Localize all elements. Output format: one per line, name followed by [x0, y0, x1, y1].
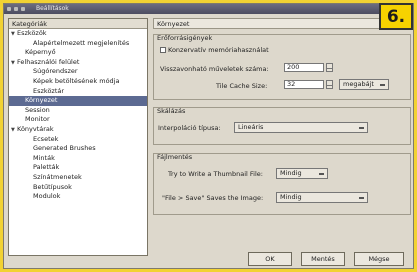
tile-cache-label: Tile Cache Size:	[216, 82, 268, 90]
tree-item[interactable]: Színátmenetek	[9, 173, 147, 183]
window-close-icon[interactable]	[21, 7, 25, 11]
tree-item[interactable]: Súgórendszer	[9, 67, 147, 77]
window-shade-icon[interactable]	[14, 7, 18, 11]
tree-item-label: Súgórendszer	[33, 67, 78, 76]
thumbnail-label: Try to Write a Thumbnail File:	[168, 170, 263, 178]
tree-item[interactable]: Képek betöltésének módja	[9, 77, 147, 87]
tree-item[interactable]: Ecsetek	[9, 135, 147, 145]
file-saving-group: Fájlmentés Try to Write a Thumbnail File…	[153, 153, 411, 215]
tree-item[interactable]: Session	[9, 106, 147, 116]
scaling-group-title: Skálázás	[157, 107, 186, 115]
conserve-memory-row[interactable]: Konzervatív memóriahasználat	[160, 46, 269, 54]
tree-item-label: Képek betöltésének módja	[33, 76, 120, 85]
tree-item-label: Alapértelmezett megjelenítés	[33, 38, 130, 47]
tree-item-label: Monitor	[25, 115, 50, 124]
resource-group-title: Erőforrásigények	[157, 34, 213, 42]
cancel-button[interactable]: Mégse	[354, 252, 404, 266]
thumbnail-select[interactable]: Mindig	[276, 168, 328, 179]
undo-levels-label: Visszavonható műveletek száma:	[160, 65, 269, 73]
tree-item-label: Paletták	[33, 163, 60, 172]
tree-item[interactable]: Eszköztár	[9, 87, 147, 97]
tree-item-label: Képernyő	[25, 48, 56, 57]
conserve-memory-checkbox[interactable]	[160, 47, 166, 53]
tree-item[interactable]: Monitor	[9, 115, 147, 125]
window-menu-icon[interactable]	[7, 7, 11, 11]
tile-cache-unit-select[interactable]: megabájt	[339, 79, 389, 90]
tree-item-label: Felhasználói felület	[17, 57, 80, 66]
tree-item-label: Környezet	[25, 96, 58, 105]
tile-cache-unit-value: megabájt	[343, 80, 374, 88]
settings-pane: Környezet Erőforrásigények Konzervatív m…	[153, 18, 411, 246]
save-button[interactable]: Mentés	[301, 252, 345, 266]
tree-item-label: Eszköztár	[33, 86, 65, 95]
save-image-label: "File > Save" Saves the Image:	[162, 194, 264, 202]
tree-item[interactable]: Generated Brushes	[9, 144, 147, 154]
tree-item-label: Könyvtárak	[17, 124, 54, 133]
chevron-down-icon	[359, 197, 364, 199]
save-image-value: Mindig	[280, 193, 302, 201]
tree-item-label: Betűtípusok	[33, 182, 72, 191]
file-saving-group-title: Fájlmentés	[157, 153, 193, 161]
tree-item[interactable]: Modulok	[9, 192, 147, 202]
tree-item[interactable]: ▼ Felhasználói felület	[9, 58, 147, 68]
thumbnail-value: Mindig	[280, 169, 302, 177]
page-title: Környezet	[153, 18, 411, 29]
undo-levels-input[interactable]: 200	[284, 63, 324, 72]
ok-button[interactable]: OK	[248, 252, 292, 266]
tree-item[interactable]: Képernyő	[9, 48, 147, 58]
tree-item[interactable]: Betűtípusok	[9, 183, 147, 193]
tree-item[interactable]: Környezet	[9, 96, 147, 106]
tree-item-label: Színátmenetek	[33, 172, 82, 181]
interpolation-value: Lineáris	[238, 123, 264, 131]
preferences-window: Beállítások Kategóriák ▼ Eszközök Alapérte…	[3, 3, 414, 269]
tree-item-label: Minták	[33, 153, 55, 162]
chevron-down-icon	[319, 173, 324, 175]
tree-item[interactable]: ▼ Könyvtárak	[9, 125, 147, 135]
category-tree[interactable]: Kategóriák ▼ Eszközök Alapértelmezett megj…	[8, 18, 148, 256]
tile-cache-input[interactable]: 32	[284, 80, 324, 89]
step-number-badge: 6.	[379, 3, 413, 30]
tree-item-label: Session	[25, 105, 50, 114]
interpolation-select[interactable]: Lineáris	[234, 122, 368, 133]
category-tree-body: ▼ Eszközök Alapértelmezett megjelenítés Kép…	[9, 29, 147, 202]
category-tree-header: Kategóriák	[9, 19, 147, 29]
scaling-group: Skálázás Interpoláció típusa: Lineáris	[153, 107, 411, 145]
conserve-memory-label: Konzervatív memóriahasználat	[168, 46, 269, 54]
resource-group: Erőforrásigények Konzervatív memóriahasz…	[153, 34, 411, 100]
window-titlebar[interactable]: Beállítások	[4, 4, 413, 14]
save-image-select[interactable]: Mindig	[276, 192, 368, 203]
tile-cache-spinner[interactable]	[326, 80, 333, 89]
undo-levels-spinner[interactable]	[326, 63, 333, 72]
tree-item[interactable]: ▼ Eszközök	[9, 29, 147, 39]
tree-item[interactable]: Minták	[9, 154, 147, 164]
interpolation-label: Interpoláció típusa:	[158, 124, 221, 132]
chevron-down-icon	[380, 84, 385, 86]
tree-item-label: Generated Brushes	[33, 144, 96, 153]
window-title: Beállítások	[36, 5, 69, 12]
tree-item-label: Eszközök	[17, 29, 47, 37]
tree-item-label: Modulok	[33, 192, 61, 201]
tree-item[interactable]: Alapértelmezett megjelenítés	[9, 39, 147, 49]
tree-item[interactable]: Paletták	[9, 163, 147, 173]
chevron-down-icon	[359, 127, 364, 129]
tree-item-label: Ecsetek	[33, 134, 59, 143]
